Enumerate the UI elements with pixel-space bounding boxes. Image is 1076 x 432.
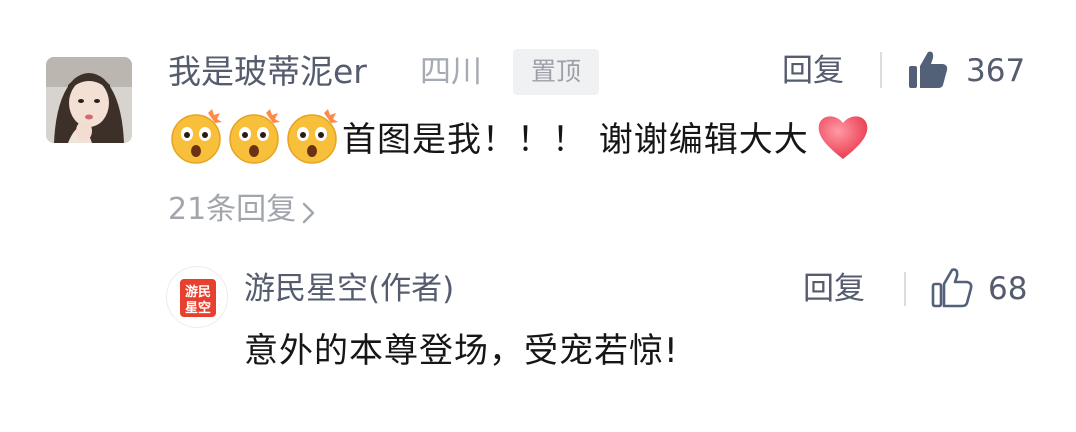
thumbs-up-outline-icon[interactable]	[930, 266, 974, 310]
comment-body: 首图是我！！！ 谢谢编辑大大	[168, 107, 871, 165]
user-avatar[interactable]	[46, 57, 132, 143]
shocked-emoji-icon	[226, 107, 282, 165]
author-avatar-line-2: 星空	[185, 300, 211, 316]
view-replies-link[interactable]: 21条回复	[168, 186, 318, 234]
shocked-emoji-icon	[284, 107, 340, 165]
thumbs-up-filled-icon[interactable]	[906, 48, 950, 92]
reply-count-text: 21条回复	[168, 192, 297, 227]
chevron-right-icon	[300, 195, 318, 225]
comment-like-count: 367	[966, 53, 1026, 89]
gamersky-logo-icon: 游民 星空	[180, 279, 216, 317]
user-avatar-photo	[46, 57, 132, 143]
author-reply-text: 意外的本尊登场，受宠若惊!	[244, 331, 679, 371]
heart-emoji-icon	[815, 107, 871, 165]
author-username[interactable]: 游民星空(作者)	[244, 266, 454, 312]
reply-button[interactable]: 回复	[782, 48, 844, 94]
author-reply-button[interactable]: 回复	[803, 266, 865, 312]
shocked-emoji-icon	[168, 107, 224, 165]
author-action-divider	[904, 272, 906, 306]
action-divider	[880, 52, 882, 88]
pinned-badge: 置顶	[513, 49, 599, 95]
comment-username[interactable]: 我是玻蒂泥er	[168, 48, 367, 96]
author-like-count: 68	[988, 271, 1028, 307]
author-avatar-line-1: 游民	[185, 284, 211, 300]
comment-location: 四川	[420, 54, 482, 90]
comment-text: 首图是我！！！ 谢谢编辑大大	[342, 119, 809, 160]
author-avatar[interactable]: 游民 星空	[166, 266, 228, 328]
